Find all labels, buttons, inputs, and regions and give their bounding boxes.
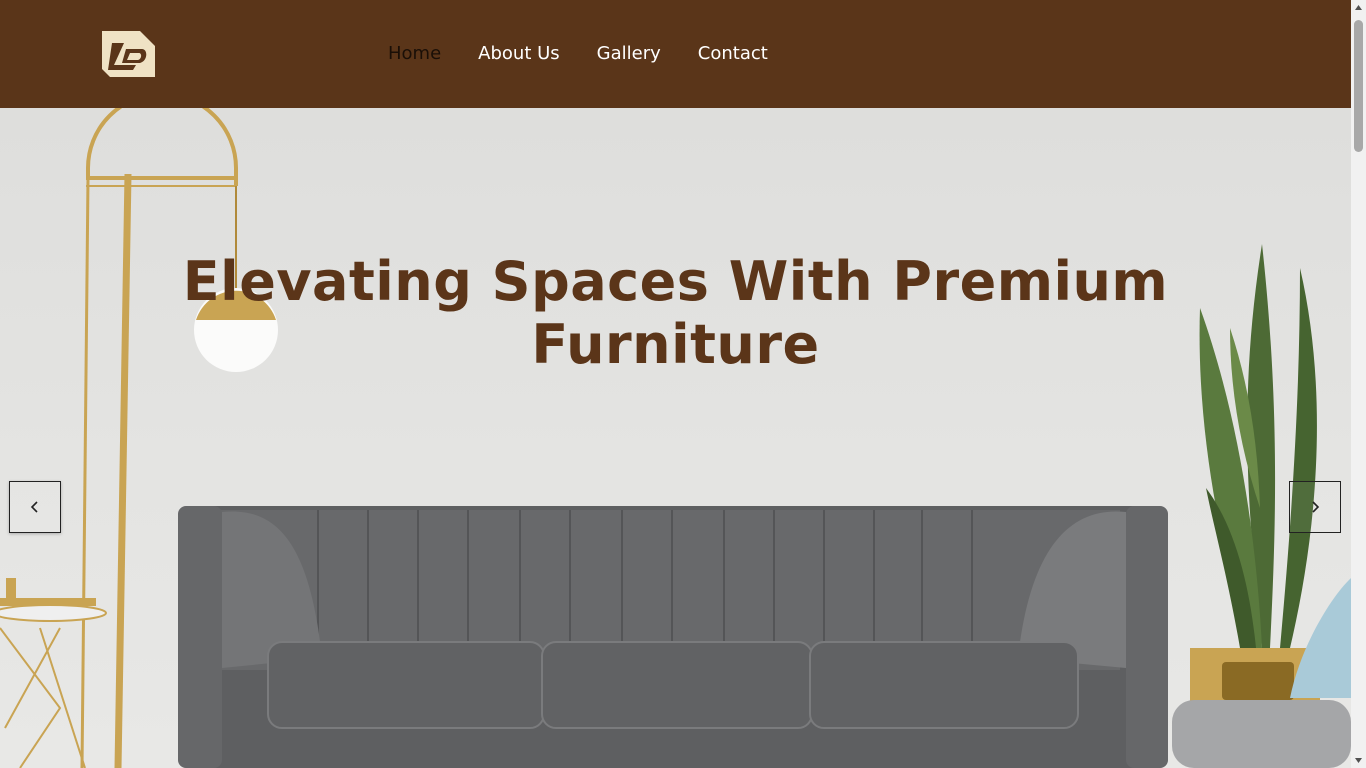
sofa [178,506,1168,768]
page-scrollbar[interactable] [1351,0,1366,768]
scroll-up-arrow[interactable] [1351,0,1366,15]
triangle-up-icon [1355,5,1362,10]
carousel-prev-button[interactable] [9,481,61,533]
hero-headline-line-2: Furniture [531,313,820,376]
chevron-left-icon [30,501,38,513]
main-nav: Home About Us Gallery Contact [388,42,768,66]
triangle-down-icon [1355,758,1362,763]
carousel-next-button[interactable] [1289,481,1341,533]
nav-contact[interactable]: Contact [698,42,768,66]
scroll-down-arrow[interactable] [1351,753,1366,768]
hero-image [0,108,1351,768]
hero-headline: Elevating Spaces With Premium Furniture [150,250,1201,376]
potted-plant [1190,244,1320,708]
nav-gallery[interactable]: Gallery [597,42,661,66]
hero-carousel: Elevating Spaces With Premium Furniture [0,108,1351,768]
hero-headline-line-1: Elevating Spaces With Premium [182,250,1169,313]
nav-home[interactable]: Home [388,42,441,66]
side-table [0,578,107,768]
site-header: Home About Us Gallery Contact [0,0,1351,108]
chevron-right-icon [1312,501,1320,513]
brand-logo[interactable] [100,31,156,77]
scroll-thumb[interactable] [1354,20,1363,152]
brand-monogram-icon [102,31,155,77]
nav-about-us[interactable]: About Us [478,42,560,66]
